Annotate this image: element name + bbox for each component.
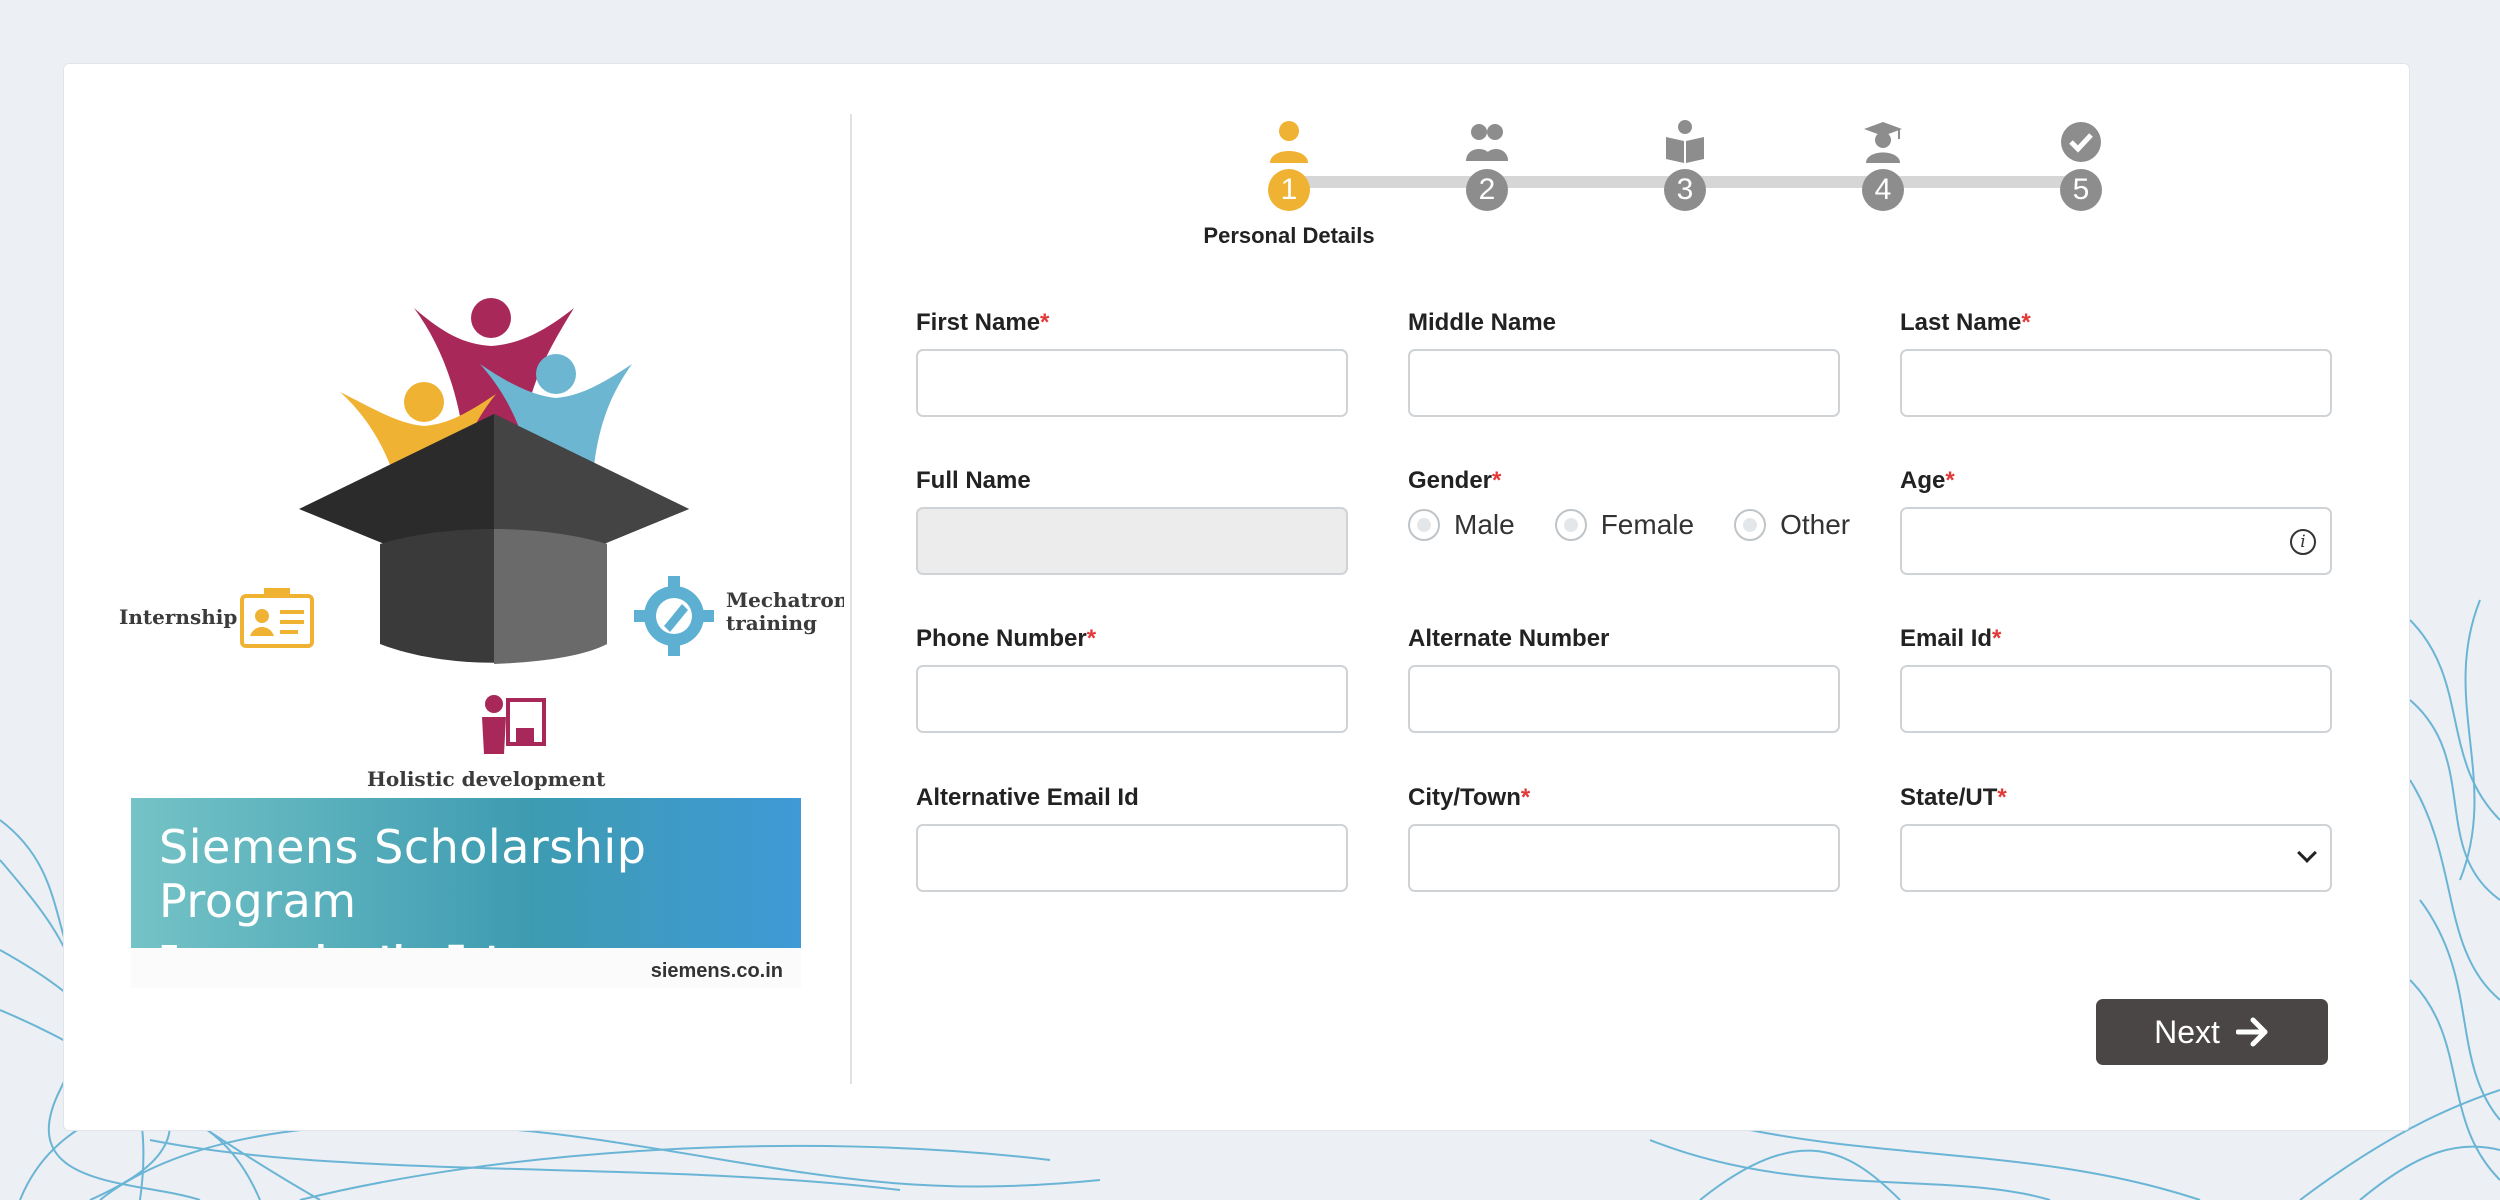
gender-field: Gender* Male Female Other bbox=[1408, 467, 1888, 541]
radio-label: Male bbox=[1454, 509, 1515, 540]
middle-name-label: Middle Name bbox=[1408, 309, 1557, 336]
scholarship-logo: Internship Mechatronics training Holisti… bbox=[104, 224, 879, 824]
required-marker: * bbox=[1492, 467, 1502, 494]
step-5[interactable]: 5 bbox=[2016, 119, 2146, 211]
gender-option-other[interactable]: Other bbox=[1734, 509, 1850, 541]
banner-title: Siemens Scholarship Program bbox=[159, 820, 647, 928]
alternative-email-label: Alternative Email Id bbox=[916, 784, 1139, 811]
state-ut-field: State/UT* bbox=[1900, 784, 2332, 892]
step-3[interactable]: 3 bbox=[1620, 119, 1750, 211]
email-label: Email Id bbox=[1900, 625, 1993, 652]
alternate-number-input[interactable] bbox=[1408, 665, 1840, 733]
radio-button[interactable] bbox=[1408, 509, 1440, 541]
required-marker: * bbox=[1520, 784, 1531, 811]
full-name-label: Full Name bbox=[916, 467, 1031, 494]
middle-name-field: Middle Name bbox=[1408, 309, 1840, 417]
step-number: 1 bbox=[1268, 169, 1310, 211]
step-1[interactable]: 1 Personal Details bbox=[1203, 119, 1375, 249]
next-button[interactable]: Next bbox=[2096, 999, 2328, 1065]
banner-website-text: siemens.co.in bbox=[650, 960, 783, 982]
alternative-email-field: Alternative Email Id bbox=[916, 784, 1348, 892]
radio-button[interactable] bbox=[1554, 509, 1587, 541]
age-field: Age* i bbox=[1900, 467, 2332, 575]
registration-card: Internship Mechatronics training Holisti… bbox=[63, 63, 2410, 1131]
banner-website: siemens.co.in bbox=[131, 948, 801, 988]
required-marker: * bbox=[1997, 784, 2007, 811]
phone-number-input[interactable] bbox=[916, 665, 1348, 733]
family-icon bbox=[1466, 124, 1508, 161]
gender-radio-group: Male Female Other bbox=[1408, 509, 1888, 541]
graduate-icon bbox=[1864, 122, 1902, 163]
phone-number-label: Phone Number bbox=[916, 625, 1087, 652]
first-name-field: First Name* bbox=[916, 309, 1348, 417]
radio-button[interactable] bbox=[1734, 509, 1767, 541]
required-marker: * bbox=[1945, 467, 1955, 494]
next-button-label: Next bbox=[2154, 1013, 2220, 1050]
radio-label: Other bbox=[1780, 509, 1851, 540]
email-field: Email Id* bbox=[1900, 625, 2332, 733]
holistic-label: Holistic development bbox=[367, 767, 606, 791]
first-name-label: First Name bbox=[916, 309, 1041, 336]
arrow-right-icon bbox=[2235, 1017, 2268, 1047]
city-town-field: City/Town* bbox=[1408, 784, 1840, 892]
full-name-input bbox=[916, 507, 1348, 575]
info-icon[interactable]: i bbox=[2290, 529, 2316, 555]
phone-number-field: Phone Number* bbox=[916, 625, 1348, 733]
step-number: 5 bbox=[2060, 169, 2102, 211]
step-number: 2 bbox=[1466, 169, 1508, 211]
reader-icon bbox=[1666, 120, 1704, 163]
alternative-email-input[interactable] bbox=[916, 824, 1348, 892]
age-input[interactable]: i bbox=[1900, 507, 2332, 575]
step-number: 3 bbox=[1664, 169, 1706, 211]
last-name-field: Last Name* bbox=[1900, 309, 2332, 417]
full-name-field: Full Name bbox=[916, 467, 1348, 575]
mechatronics-label-line2: training bbox=[726, 611, 817, 635]
city-town-label: City/Town bbox=[1408, 784, 1521, 811]
last-name-input[interactable] bbox=[1900, 349, 2332, 417]
required-marker: * bbox=[1992, 625, 2002, 652]
first-name-input[interactable] bbox=[916, 349, 1348, 417]
required-marker: * bbox=[1040, 309, 1050, 336]
state-ut-label: State/UT bbox=[1900, 784, 1998, 811]
age-label: Age bbox=[1900, 467, 1946, 494]
step-number: 4 bbox=[1862, 169, 1904, 211]
step-4[interactable]: 4 bbox=[1818, 119, 1948, 211]
panel-divider bbox=[850, 114, 852, 1084]
step-label: Personal Details bbox=[1203, 223, 1375, 248]
required-marker: * bbox=[1086, 625, 1097, 652]
chevron-down-icon bbox=[2297, 843, 2317, 863]
email-input[interactable] bbox=[1900, 665, 2332, 733]
person-icon bbox=[1270, 121, 1308, 163]
gender-label: Gender bbox=[1408, 467, 1493, 494]
last-name-label: Last Name bbox=[1900, 309, 2022, 336]
middle-name-input[interactable] bbox=[1408, 349, 1840, 417]
check-circle-icon bbox=[2061, 122, 2101, 162]
program-banner: Siemens Scholarship Program Empowering t… bbox=[131, 798, 801, 975]
progress-stepper: 1 Personal Details 2 3 4 5 bbox=[1203, 109, 2124, 248]
required-marker: * bbox=[2021, 309, 2031, 336]
alternate-number-label: Alternate Number bbox=[1408, 625, 1610, 652]
mechatronics-label-line1: Mechatronics bbox=[726, 588, 844, 612]
city-town-input[interactable] bbox=[1408, 824, 1840, 892]
radio-label: Female bbox=[1600, 509, 1695, 540]
gender-option-female[interactable]: Female bbox=[1554, 509, 1695, 541]
gender-option-male[interactable]: Male bbox=[1408, 509, 1515, 541]
state-ut-select[interactable] bbox=[1900, 824, 2332, 892]
alternate-number-field: Alternate Number bbox=[1408, 625, 1840, 733]
internship-label: Internship bbox=[119, 605, 237, 629]
step-2[interactable]: 2 bbox=[1422, 119, 1552, 211]
